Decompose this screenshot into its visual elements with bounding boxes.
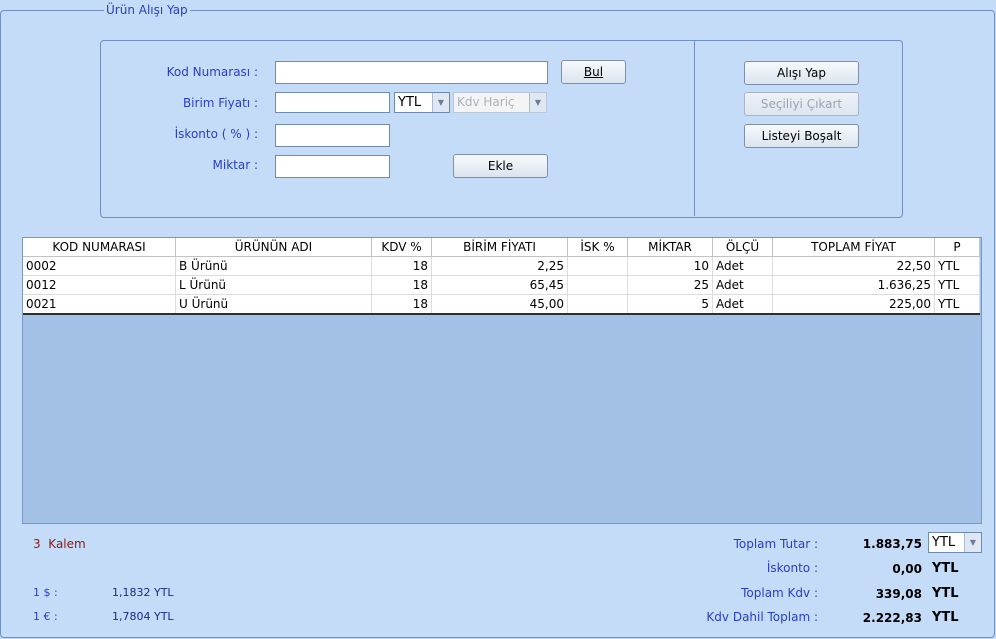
group-title: Ürün Alışı Yap — [104, 3, 190, 17]
kdv-select-value: Kdv Hariç — [457, 95, 515, 109]
cell-p: YTL — [934, 256, 980, 276]
usd-label: 1 $ : — [33, 586, 58, 599]
birim-fiyati-input[interactable] — [275, 92, 390, 113]
kalem-count-value: 3 — [33, 537, 41, 551]
total-currency-select[interactable]: YTL ▼ — [928, 532, 982, 553]
miktar-label: Miktar : — [212, 158, 259, 172]
cell-urun-adi: L Ürünü — [175, 275, 372, 295]
cell-toplam-fiyat: 225,00 — [772, 294, 935, 315]
birim-fiyati-label: Birim Fiyatı : — [182, 96, 258, 110]
table-row[interactable]: 0002 B Ürünü 18 2,25 10 Adet 22,50 YTL — [23, 256, 980, 276]
col-toplam-fiyat[interactable]: TOPLAM FİYAT — [772, 238, 935, 257]
chevron-down-icon: ▼ — [529, 93, 546, 112]
cell-isk — [567, 275, 628, 295]
cell-olcu: Adet — [712, 256, 773, 276]
toplam-kdv-label: Toplam Kdv : — [741, 586, 818, 600]
product-table: KOD NUMARASI ÜRÜNÜN ADI KDV % BİRİM FİYA… — [23, 238, 980, 315]
iskonto-label: İskonto ( % ) : — [174, 127, 258, 141]
secili-cikart-label: Seçiliyi Çıkart — [760, 97, 843, 111]
alisi-yap-button[interactable]: Alışı Yap — [744, 61, 859, 85]
cell-miktar: 5 — [627, 294, 713, 315]
panel-divider — [694, 41, 695, 216]
cell-miktar: 10 — [627, 256, 713, 276]
cell-kod: 0012 — [23, 275, 176, 295]
cell-birim-fiyati: 45,00 — [431, 294, 568, 315]
cell-kdv: 18 — [371, 256, 432, 276]
col-kdv[interactable]: KDV % — [371, 238, 432, 257]
col-urun-adi[interactable]: ÜRÜNÜN ADI — [175, 238, 372, 257]
iskonto-input[interactable] — [275, 124, 390, 147]
cell-olcu: Adet — [712, 275, 773, 295]
alisi-yap-label: Alışı Yap — [777, 66, 826, 80]
col-olcu[interactable]: ÖLÇÜ — [712, 238, 773, 257]
currency-select-value: YTL — [398, 95, 422, 110]
cell-birim-fiyati: 2,25 — [431, 256, 568, 276]
cell-toplam-fiyat: 1.636,25 — [772, 275, 935, 295]
kdv-dahil-label: Kdv Dahil Toplam : — [706, 610, 818, 624]
kdv-select: Kdv Hariç ▼ — [453, 92, 547, 113]
total-currency-value: YTL — [932, 535, 956, 550]
kod-numarasi-label: Kod Numarası : — [166, 65, 258, 79]
cell-p: YTL — [934, 275, 980, 295]
bul-button[interactable]: Bul — [561, 60, 626, 84]
table-row[interactable]: 0021 U Ürünü 18 45,00 5 Adet 225,00 YTL — [23, 294, 980, 315]
chevron-down-icon[interactable]: ▼ — [432, 93, 449, 112]
bul-button-label: Bul — [583, 65, 604, 79]
kdv-dahil-value: 2.222,83 — [862, 611, 922, 625]
cell-p: YTL — [934, 294, 980, 315]
cell-kdv: 18 — [371, 294, 432, 315]
cell-kod: 0002 — [23, 256, 176, 276]
eur-rate: 1,7804 YTL — [112, 610, 174, 623]
col-miktar[interactable]: MİKTAR — [627, 238, 713, 257]
kod-numarasi-input[interactable] — [275, 61, 548, 84]
iskonto-total-value: 0,00 — [892, 562, 922, 576]
cell-urun-adi: B Ürünü — [175, 256, 372, 276]
currency-select[interactable]: YTL ▼ — [394, 92, 450, 113]
kalem-count: 3 Kalem — [33, 537, 86, 551]
product-grid[interactable]: KOD NUMARASI ÜRÜNÜN ADI KDV % BİRİM FİYA… — [22, 237, 982, 524]
cell-olcu: Adet — [712, 294, 773, 315]
grid-header-row: KOD NUMARASI ÜRÜNÜN ADI KDV % BİRİM FİYA… — [23, 238, 980, 257]
cell-toplam-fiyat: 22,50 — [772, 256, 935, 276]
listeyi-bosalt-button[interactable]: Listeyi Boşalt — [744, 124, 859, 148]
iskonto-total-label: İskonto : — [766, 561, 818, 575]
cell-kdv: 18 — [371, 275, 432, 295]
kdv-dahil-currency: YTL — [932, 610, 959, 625]
col-kod[interactable]: KOD NUMARASI — [23, 238, 176, 257]
kalem-label: Kalem — [48, 537, 86, 551]
cell-kod: 0021 — [23, 294, 176, 315]
col-p[interactable]: P — [934, 238, 980, 257]
ekle-button-label: Ekle — [487, 159, 514, 173]
toplam-tutar-label: Toplam Tutar : — [733, 537, 818, 551]
cell-urun-adi: U Ürünü — [175, 294, 372, 315]
secili-cikart-button: Seçiliyi Çıkart — [744, 92, 859, 116]
cell-birim-fiyati: 65,45 — [431, 275, 568, 295]
toplam-kdv-value: 339,08 — [875, 587, 922, 601]
cell-miktar: 25 — [627, 275, 713, 295]
toplam-tutar-value: 1.883,75 — [862, 537, 922, 551]
listeyi-bosalt-label: Listeyi Boşalt — [761, 129, 842, 143]
table-row[interactable]: 0012 L Ürünü 18 65,45 25 Adet 1.636,25 Y… — [23, 275, 980, 295]
col-birim-fiyati[interactable]: BİRİM FİYATI — [431, 238, 568, 257]
iskonto-currency: YTL — [932, 561, 959, 576]
cell-isk — [567, 294, 628, 315]
usd-rate: 1,1832 YTL — [112, 586, 174, 599]
ekle-button[interactable]: Ekle — [453, 154, 548, 178]
col-isk[interactable]: İSK % — [567, 238, 628, 257]
miktar-input[interactable] — [275, 155, 390, 178]
cell-isk — [567, 256, 628, 276]
chevron-down-icon[interactable]: ▼ — [964, 533, 981, 552]
toplam-kdv-currency: YTL — [932, 586, 959, 601]
eur-label: 1 € : — [33, 610, 58, 623]
